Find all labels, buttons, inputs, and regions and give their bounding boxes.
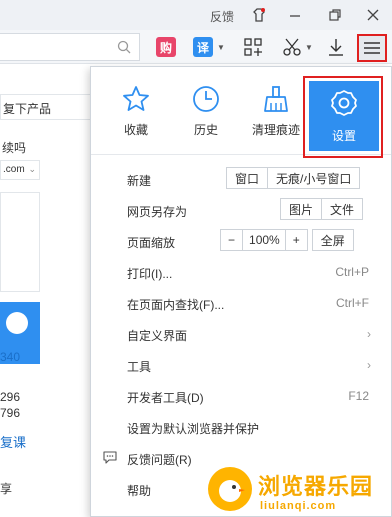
clear-traces-button[interactable]: 清理痕迹 xyxy=(241,67,311,155)
history-button[interactable]: 历史 xyxy=(171,67,241,155)
broom-icon xyxy=(261,83,291,115)
menu-item-customize[interactable]: 自定义界面 › xyxy=(91,320,391,348)
menu-item-print[interactable]: 打印(I)... Ctrl+P xyxy=(91,258,391,286)
toolbar: 购 译 ▼ ▼ xyxy=(0,30,392,64)
print-label: 打印(I)... xyxy=(127,267,173,281)
tools-label: 工具 xyxy=(127,360,152,374)
new-window-button[interactable]: 窗口 xyxy=(226,167,269,189)
search-icon[interactable] xyxy=(117,40,131,57)
save-as-image-button[interactable]: 图片 xyxy=(280,198,323,220)
help-label: 帮助 xyxy=(127,484,152,498)
new-label: 新建 xyxy=(127,174,152,188)
main-menu-dropdown: 收藏 历史 清理痕迹 设置 新建 窗口 无痕/小号窗口 网页另存为 图片 文件 … xyxy=(90,66,392,517)
apps-button[interactable] xyxy=(242,36,264,58)
menu-item-new: 新建 窗口 无痕/小号窗口 xyxy=(91,165,391,193)
title-bar: 反馈 xyxy=(0,0,392,30)
translate-button[interactable]: 译 ▼ xyxy=(193,36,225,58)
page-link[interactable]: 复课 xyxy=(0,432,26,451)
close-icon[interactable] xyxy=(364,6,382,24)
chevron-down-icon: ⌄ xyxy=(28,164,36,174)
menu-item-zoom: 页面缩放 − 100% + 全屏 xyxy=(91,227,391,255)
menu-item-devtools[interactable]: 开发者工具(D) F12 xyxy=(91,382,391,410)
download-icon xyxy=(329,39,343,56)
chevron-down-icon: ▼ xyxy=(305,42,313,52)
address-bar[interactable] xyxy=(0,33,140,61)
customize-label: 自定义界面 xyxy=(127,329,188,343)
zoom-in-button[interactable]: + xyxy=(284,229,308,251)
devtools-shortcut: F12 xyxy=(348,389,369,403)
new-incognito-window-button[interactable]: 无痕/小号窗口 xyxy=(267,167,361,189)
page-text: 复下产品 xyxy=(3,102,52,116)
skin-icon[interactable] xyxy=(250,6,268,24)
scissors-icon xyxy=(283,38,301,56)
find-shortcut: Ctrl+F xyxy=(336,296,369,310)
page-box: 复下产品 xyxy=(0,94,92,120)
page-text: 796 xyxy=(0,406,21,420)
page-panel xyxy=(0,192,40,292)
minimize-icon[interactable] xyxy=(286,6,304,24)
watermark-title: 浏览器乐园 xyxy=(258,475,374,500)
page-text: 340 xyxy=(0,350,21,364)
page-select[interactable]: .com ⌄ xyxy=(0,160,40,180)
chevron-down-icon: ▼ xyxy=(217,42,225,52)
favorites-label: 收藏 xyxy=(123,123,148,137)
menu-item-default-browser[interactable]: 设置为默认浏览器并保护 xyxy=(91,413,391,441)
page-text: 296 xyxy=(0,390,21,404)
print-shortcut: Ctrl+P xyxy=(335,265,369,279)
save-as-file-button[interactable]: 文件 xyxy=(321,198,364,220)
restore-icon[interactable] xyxy=(326,6,344,24)
clear-traces-label: 清理痕迹 xyxy=(251,123,300,137)
chat-bubble-icon xyxy=(103,451,117,467)
settings-highlight-box xyxy=(303,76,383,158)
chevron-right-icon: › xyxy=(367,327,371,341)
chevron-right-icon: › xyxy=(367,358,371,372)
watermark: 浏览器乐园 liulanqi.com xyxy=(208,467,392,517)
shopping-icon: 购 xyxy=(156,37,176,57)
menu-item-find[interactable]: 在页面内查找(F)... Ctrl+F xyxy=(91,289,391,317)
feedback-link[interactable]: 反馈 xyxy=(210,8,234,25)
main-menu-button[interactable] xyxy=(357,34,387,62)
find-label: 在页面内查找(F)... xyxy=(127,298,225,312)
screenshot-button[interactable]: ▼ xyxy=(282,36,313,58)
translate-icon: 译 xyxy=(193,37,213,57)
save-as-label: 网页另存为 xyxy=(127,205,188,219)
download-button[interactable] xyxy=(326,36,346,58)
feedback-label: 反馈问题(R) xyxy=(127,453,192,467)
fullscreen-button[interactable]: 全屏 xyxy=(311,229,354,251)
menu-item-tools[interactable]: 工具 › xyxy=(91,351,391,379)
favorites-button[interactable]: 收藏 xyxy=(101,67,171,155)
clock-icon xyxy=(191,83,221,115)
star-icon xyxy=(121,83,151,115)
apps-icon xyxy=(244,38,262,56)
page-text: 享 xyxy=(0,482,13,496)
devtools-label: 开发者工具(D) xyxy=(127,391,204,405)
quick-actions: 收藏 历史 清理痕迹 设置 xyxy=(91,67,391,158)
menu-item-save-as: 网页另存为 图片 文件 xyxy=(91,196,391,224)
shopping-button[interactable]: 购 xyxy=(156,36,176,58)
default-browser-label: 设置为默认浏览器并保护 xyxy=(127,422,260,436)
watermark-url: liulanqi.com xyxy=(260,500,337,512)
page-text: 续吗 xyxy=(2,141,27,155)
zoom-level: 100% xyxy=(243,229,286,251)
history-label: 历史 xyxy=(193,123,218,137)
zoom-out-button[interactable]: − xyxy=(220,229,244,251)
watermark-logo-icon xyxy=(208,467,252,511)
zoom-label: 页面缩放 xyxy=(127,236,176,250)
page-text: .com xyxy=(3,164,25,175)
hamburger-menu-icon xyxy=(364,42,380,54)
